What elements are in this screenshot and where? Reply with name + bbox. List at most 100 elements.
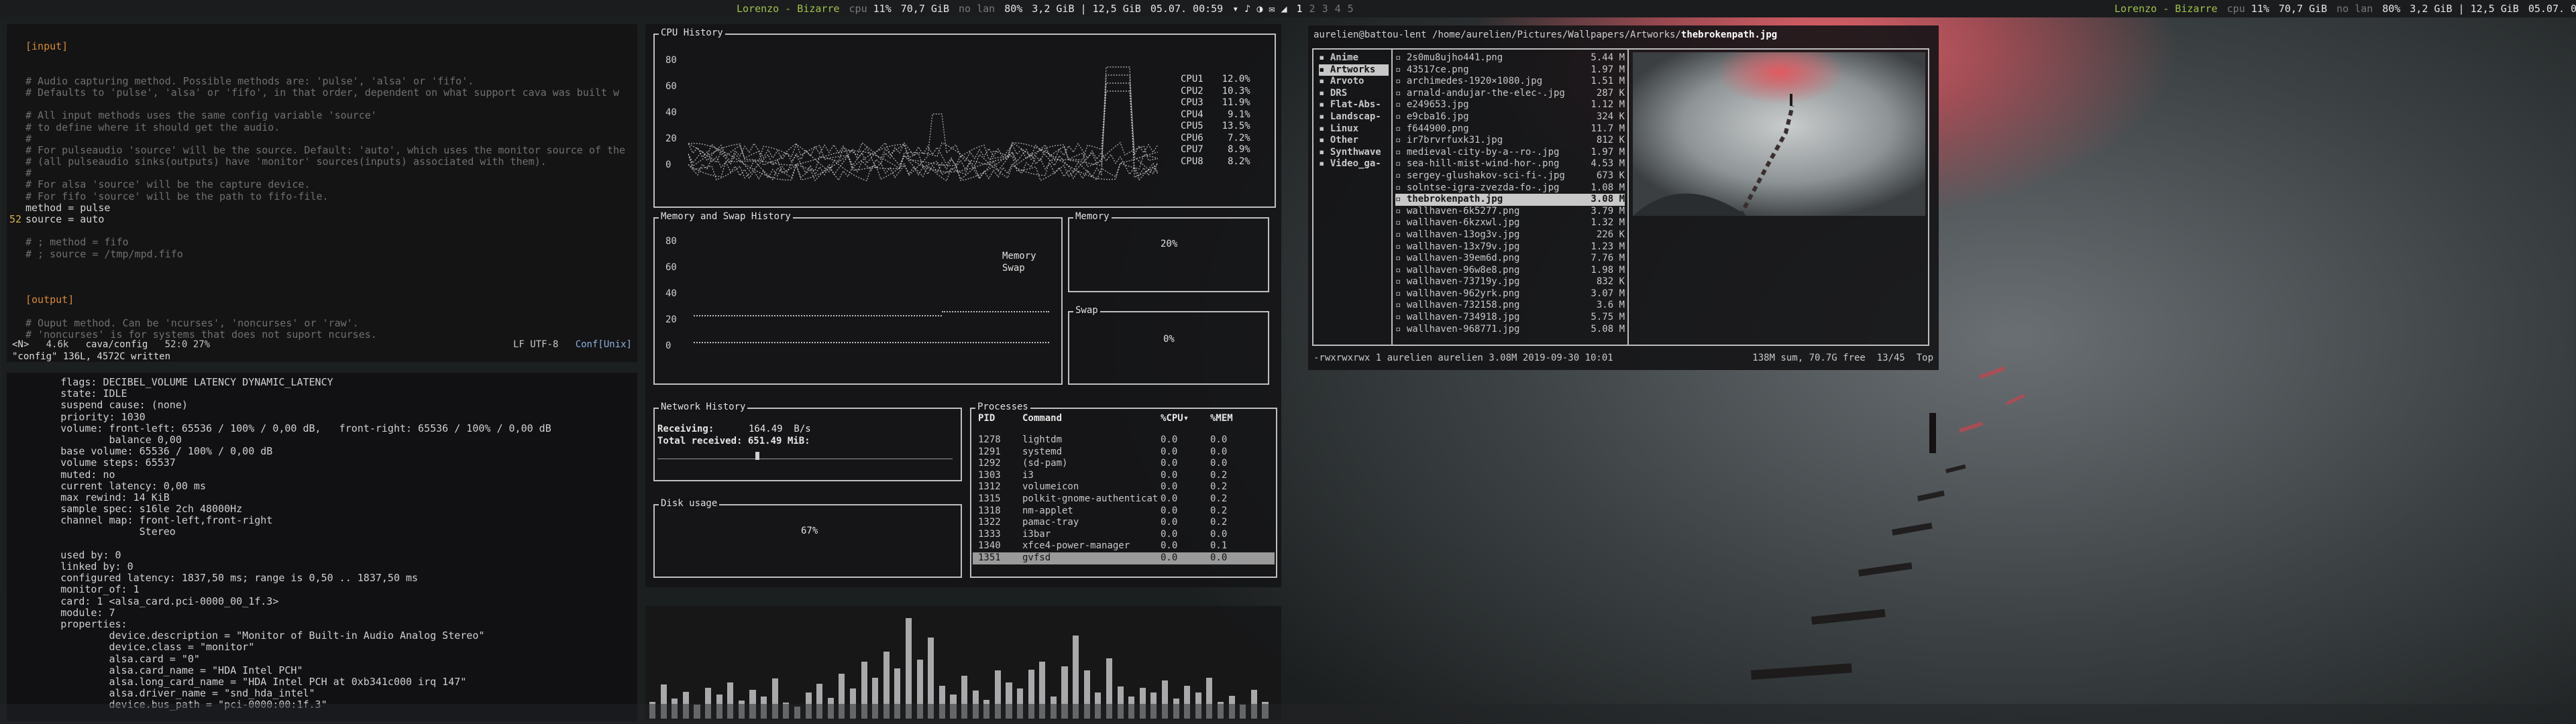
- workspace-switcher[interactable]: 12345: [1297, 3, 1354, 15]
- ranger-file-manager[interactable]: aurelien@battou-lent /home/aurelien/Pict…: [1308, 25, 1939, 370]
- workspace-4[interactable]: 4: [1335, 3, 1341, 15]
- process-column-header[interactable]: %CPU▾: [1161, 413, 1189, 424]
- editor-line[interactable]: [7, 29, 637, 41]
- ranger-file-item[interactable]: ▫ sea-hill-mist-wind-hor-.png 4.53 M: [1395, 158, 1625, 170]
- editor-line[interactable]: #: [7, 133, 637, 145]
- process-column-header[interactable]: Command: [1022, 413, 1062, 424]
- ranger-file-item[interactable]: ▫ 2s0mu8ujho441.png 5.44 M: [1395, 52, 1625, 64]
- ranger-dir-item[interactable]: ▪ Anime: [1319, 52, 1389, 64]
- ranger-file-item[interactable]: ▫ wallhaven-962yrk.png 3.07 M: [1395, 288, 1625, 300]
- process-row[interactable]: 1303 i3 0.0 0.2: [973, 470, 1275, 482]
- editor-line[interactable]: # to define where it should get the audi…: [7, 121, 637, 133]
- editor-line[interactable]: [7, 283, 637, 294]
- ranger-file-item[interactable]: ▫ wallhaven-13og3v.jpg 226 K: [1395, 229, 1625, 241]
- process-column-header[interactable]: PID: [978, 413, 995, 424]
- editor-line[interactable]: # For alsa 'source' will be the capture …: [7, 179, 637, 190]
- ranger-file-item[interactable]: ▫ wallhaven-734918.jpg 5.75 M: [1395, 312, 1625, 324]
- process-row[interactable]: 1312 volumeicon 0.0 0.2: [973, 481, 1275, 493]
- ranger-file-item[interactable]: ▫ e249653.jpg 1.12 M: [1395, 99, 1625, 111]
- ranger-dir-item[interactable]: ▪ DRS: [1319, 88, 1389, 100]
- process-row[interactable]: 1322 pamac-tray 0.0 0.2: [973, 517, 1275, 529]
- preview-scene: [1633, 94, 1794, 216]
- ranger-file-item[interactable]: ▫ wallhaven-39em6d.png 7.76 M: [1395, 253, 1625, 265]
- process-pid: 1278: [978, 434, 1001, 445]
- spotify-now-playing-right[interactable]: Lorenzo - Bizarre: [2114, 3, 2218, 15]
- ranger-parent-dir-list[interactable]: ▪ Anime ▪ Artworks ▪ Arvoto ▪ DRS ▪ Flat-Abs…: [1319, 52, 1389, 170]
- process-row[interactable]: 1292 (sd-pam) 0.0 0.0: [973, 458, 1275, 470]
- editor-line[interactable]: # Audio capturing method. Possible metho…: [7, 75, 637, 87]
- vim-editor-window[interactable]: [input] # Audio capturing method. Possibl…: [7, 24, 637, 362]
- editor-line[interactable]: # All input methods uses the same config…: [7, 110, 637, 121]
- spotify-now-playing[interactable]: Lorenzo - Bizarre: [737, 3, 840, 15]
- editor-buffer[interactable]: [input] # Audio capturing method. Possibl…: [7, 29, 637, 341]
- process-row[interactable]: 1291 systemd 0.0 0.0: [973, 446, 1275, 459]
- process-row[interactable]: 1351 gvfsd 0.0 0.0: [973, 552, 1275, 564]
- editor-line[interactable]: # Ouput method. Can be 'ncurses', 'noncu…: [7, 317, 637, 329]
- ranger-file-item[interactable]: ▫ wallhaven-968771.jpg 5.08 M: [1395, 324, 1625, 336]
- cava-visualizer-window[interactable]: [645, 606, 1281, 720]
- ranger-file-size: 673 K: [1596, 170, 1625, 181]
- ranger-file-item[interactable]: ▫ arnald-andujar-the-elec-.jpg 287 K: [1395, 88, 1625, 100]
- ranger-dir-item[interactable]: ▪ Synthwave: [1319, 147, 1389, 159]
- process-row[interactable]: 1318 nm-applet 0.0 0.2: [973, 505, 1275, 518]
- process-row[interactable]: 1340 xfce4-power-manager 0.0 0.1: [973, 540, 1275, 552]
- ranger-dir-item[interactable]: ▪ Flat-Abs-: [1319, 99, 1389, 111]
- cpu-legend-item: CPU5 13.5%: [1181, 121, 1250, 131]
- ranger-file-item[interactable]: ▫ wallhaven-732158.png 3.6 M: [1395, 300, 1625, 312]
- editor-line[interactable]: 52 source = auto: [7, 213, 637, 225]
- terminal-pactl[interactable]: flags: DECIBEL_VOLUME LATENCY DYNAMIC_LA…: [7, 373, 637, 721]
- ranger-dir-item[interactable]: ▪ Linux: [1319, 123, 1389, 135]
- editor-line[interactable]: method = pulse: [7, 202, 637, 214]
- ranger-file-item[interactable]: ▫ f644900.png 11.7 M: [1395, 123, 1625, 135]
- cava-bar: [1184, 685, 1191, 719]
- ranger-file-item[interactable]: ▫ sergey-glushakov-sci-fi-.jpg 673 K: [1395, 170, 1625, 182]
- ranger-file-item[interactable]: ▫ wallhaven-73719y.jpg 832 K: [1395, 276, 1625, 288]
- process-row[interactable]: 1315 polkit-gnome-authenticat 0.0 0.2: [973, 493, 1275, 505]
- editor-line[interactable]: [7, 260, 637, 272]
- workspace-5[interactable]: 5: [1348, 3, 1354, 15]
- process-row[interactable]: 1278 lightdm 0.0 0.0: [973, 434, 1275, 446]
- ranger-file-item[interactable]: ▫ solntse-igra-zvezda-fo-.jpg 1.08 M: [1395, 182, 1625, 194]
- workspace-1[interactable]: 1: [1297, 3, 1303, 15]
- ranger-file-item[interactable]: ▫ e9cba16.jpg 324 K: [1395, 111, 1625, 123]
- ranger-file-list[interactable]: ▫ 2s0mu8ujho441.png 5.44 M ▫ 43517ce.png 1.…: [1395, 52, 1625, 335]
- editor-line[interactable]: # For fifo 'source' will be the path to …: [7, 190, 637, 202]
- workspace-3[interactable]: 3: [1322, 3, 1328, 15]
- process-row[interactable]: 1333 i3bar 0.0 0.0: [973, 529, 1275, 541]
- ranger-file-item[interactable]: ▫ 43517ce.png 1.97 M: [1395, 64, 1625, 76]
- editor-line[interactable]: # ; method = fifo: [7, 237, 637, 248]
- ranger-file-item[interactable]: ▫ medieval-city-by-a--ro-.jpg 1.97 M: [1395, 147, 1625, 159]
- editor-line[interactable]: # (all pulseaudio sinks(outputs) have 'm…: [7, 156, 637, 168]
- ranger-file-item[interactable]: ▫ archimedes-1920×1080.jpg 1.51 M: [1395, 76, 1625, 88]
- editor-line[interactable]: [7, 99, 637, 110]
- editor-line[interactable]: # For pulseaudio 'source' will be the so…: [7, 144, 637, 156]
- workspace-2[interactable]: 2: [1309, 3, 1316, 15]
- folder-icon: ▪: [1319, 111, 1330, 122]
- ranger-file-item[interactable]: ▫ wallhaven-13x79v.jpg 1.23 M: [1395, 241, 1625, 253]
- ranger-dir-item[interactable]: ▪ Other: [1319, 135, 1389, 147]
- ranger-dir-item[interactable]: ▪ Arvoto: [1319, 76, 1389, 88]
- ranger-file-item[interactable]: ▫ wallhaven-6kzxwl.jpg 1.32 M: [1395, 217, 1625, 229]
- gtop-window[interactable]: CPU History 80 60 40 20 0 CPU1 12.0% CPU2 10.3%…: [645, 24, 1281, 587]
- ranger-file-item[interactable]: ▫ ir7brvrfuxk31.jpg 812 K: [1395, 135, 1625, 147]
- editor-line[interactable]: [7, 225, 637, 237]
- tray-icons[interactable]: ▾ ♪ ◑ ✉ ◢: [1232, 3, 1287, 15]
- ranger-file-item[interactable]: ▫ wallhaven-96w8e8.png 1.98 M: [1395, 265, 1625, 277]
- editor-line[interactable]: [7, 272, 637, 283]
- editor-line[interactable]: # ; source = /tmp/mpd.fifo: [7, 248, 637, 260]
- ranger-file-item[interactable]: ▫ wallhaven-6k5277.png 3.79 M: [1395, 206, 1625, 218]
- editor-line[interactable]: [7, 52, 637, 64]
- ranger-dir-item[interactable]: ▪ Artworks: [1319, 64, 1389, 76]
- process-column-header[interactable]: %MEM: [1210, 413, 1233, 424]
- editor-line[interactable]: [input]: [7, 41, 637, 52]
- editor-line[interactable]: #: [7, 168, 637, 179]
- editor-line[interactable]: # Defaults to 'pulse', 'alsa' or 'fifo',…: [7, 86, 637, 99]
- ranger-dir-item[interactable]: ▪ Video_ga-: [1319, 158, 1389, 170]
- editor-line[interactable]: [output]: [7, 294, 637, 306]
- ranger-file-item[interactable]: ▫ thebrokenpath.jpg 3.08 M: [1395, 194, 1625, 206]
- process-table[interactable]: PID Command %CPU▾ %MEM 1278 lightdm 0.0 0.0 1291…: [973, 413, 1275, 564]
- editor-line[interactable]: [7, 306, 637, 318]
- line-number: 52: [9, 213, 21, 225]
- editor-line[interactable]: [7, 64, 637, 76]
- ranger-dir-item[interactable]: ▪ Landscap-: [1319, 111, 1389, 123]
